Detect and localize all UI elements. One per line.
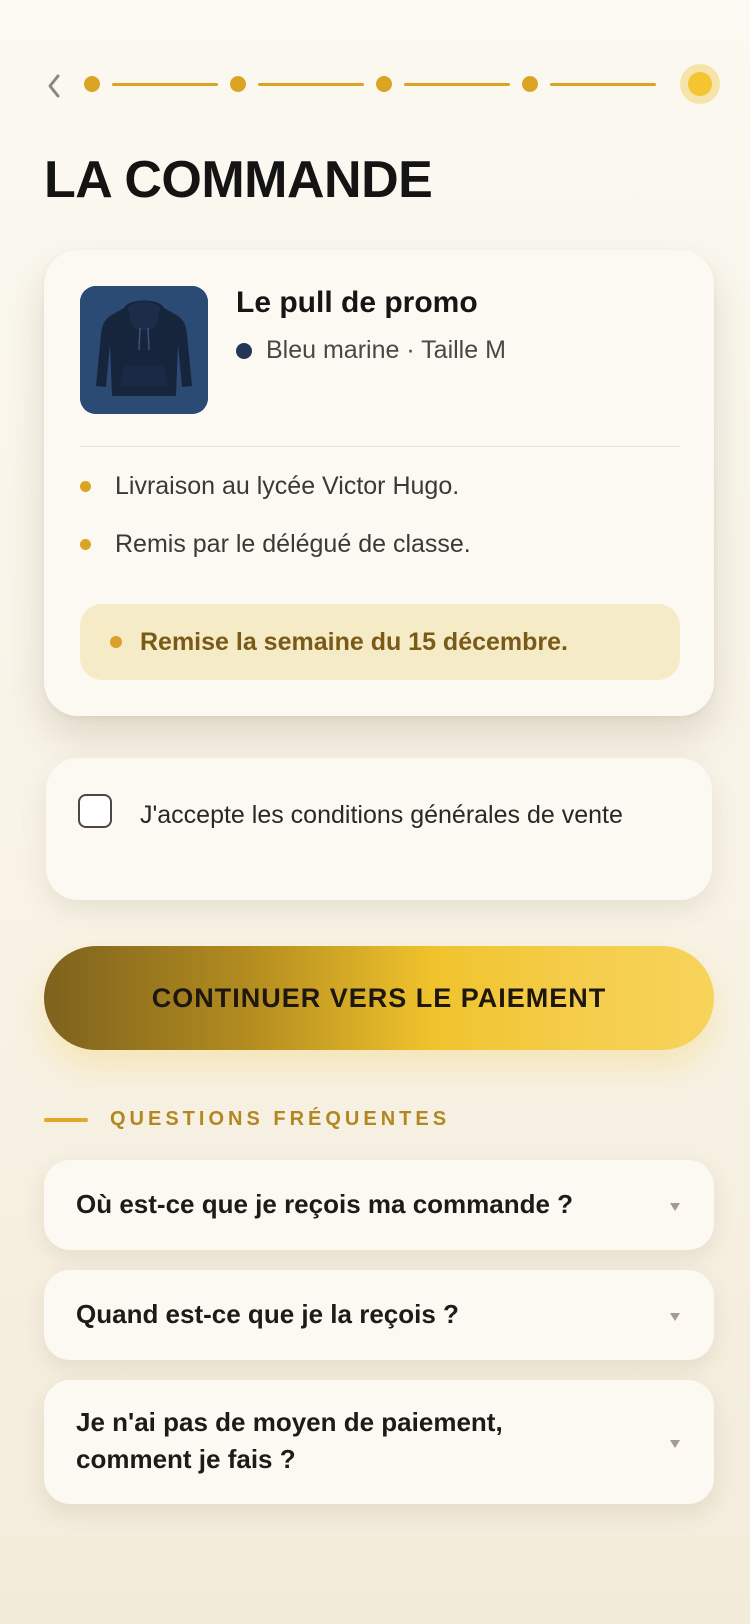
heading-accent-bar: [44, 1117, 88, 1122]
step-connector: [550, 83, 656, 86]
bullet: [80, 539, 91, 550]
terms-checkbox[interactable]: [78, 794, 112, 828]
divider: [80, 446, 680, 447]
faq-item[interactable]: Quand est-ce que je la reçois ?: [44, 1270, 714, 1360]
step-3-dot: [376, 76, 392, 92]
hoodie-image: [80, 286, 208, 414]
variant-label: Bleu marine · Taille M: [266, 336, 506, 364]
faq-heading: QUESTIONS FRÉQUENTES: [44, 1108, 450, 1131]
delivery-date-text: Remise la semaine du 15 décembre.: [140, 627, 568, 656]
continue-to-payment-button[interactable]: CONTINUER VERS LE PAIEMENT: [44, 946, 714, 1050]
step-2-dot: [230, 76, 246, 92]
faq-item[interactable]: Je n'ai pas de moyen de paiement, commen…: [44, 1380, 714, 1504]
delivery-info-text: Remis par le délégué de classe.: [115, 530, 471, 558]
faq-question: Où est-ce que je reçois ma commande ?: [76, 1189, 574, 1219]
color-swatch: [236, 342, 252, 359]
step-1-dot: [84, 76, 100, 92]
order-page: LA COMMANDE Le pull de promo Bleu marine…: [0, 0, 750, 1624]
faq-question: Je n'ai pas de moyen de paiement, commen…: [76, 1407, 503, 1474]
delivery-info-item: Remis par le délégué de classe.: [80, 530, 471, 559]
step-connector: [258, 83, 364, 86]
step-5-dot-current: [680, 64, 720, 104]
bullet: [80, 481, 91, 492]
back-button[interactable]: [44, 66, 68, 106]
chevron-left-icon: [48, 74, 60, 98]
step-connector: [404, 83, 510, 86]
page-title: LA COMMANDE: [44, 151, 433, 209]
chevron-down-icon: [670, 1440, 680, 1448]
delivery-info-text: Livraison au lycée Victor Hugo.: [115, 472, 460, 500]
chevron-down-icon: [670, 1203, 680, 1211]
faq-item[interactable]: Où est-ce que je reçois ma commande ?: [44, 1160, 714, 1250]
delivery-info-item: Livraison au lycée Victor Hugo.: [80, 472, 459, 501]
product-name: Le pull de promo: [236, 286, 478, 319]
step-4-dot: [522, 76, 538, 92]
delivery-date-note: Remise la semaine du 15 décembre.: [80, 604, 680, 680]
faq-question: Quand est-ce que je la reçois ?: [76, 1299, 459, 1329]
order-summary-card: Le pull de promo Bleu marine · Taille M …: [44, 250, 714, 716]
progress-stepper: [84, 64, 724, 104]
bullet: [110, 636, 122, 648]
step-connector: [112, 83, 218, 86]
faq-heading-text: QUESTIONS FRÉQUENTES: [110, 1108, 451, 1130]
terms-label[interactable]: J'accepte les conditions générales de ve…: [140, 794, 660, 836]
chevron-down-icon: [670, 1313, 680, 1321]
product-variant: Bleu marine · Taille M: [236, 336, 506, 365]
terms-card: J'accepte les conditions générales de ve…: [46, 758, 712, 900]
